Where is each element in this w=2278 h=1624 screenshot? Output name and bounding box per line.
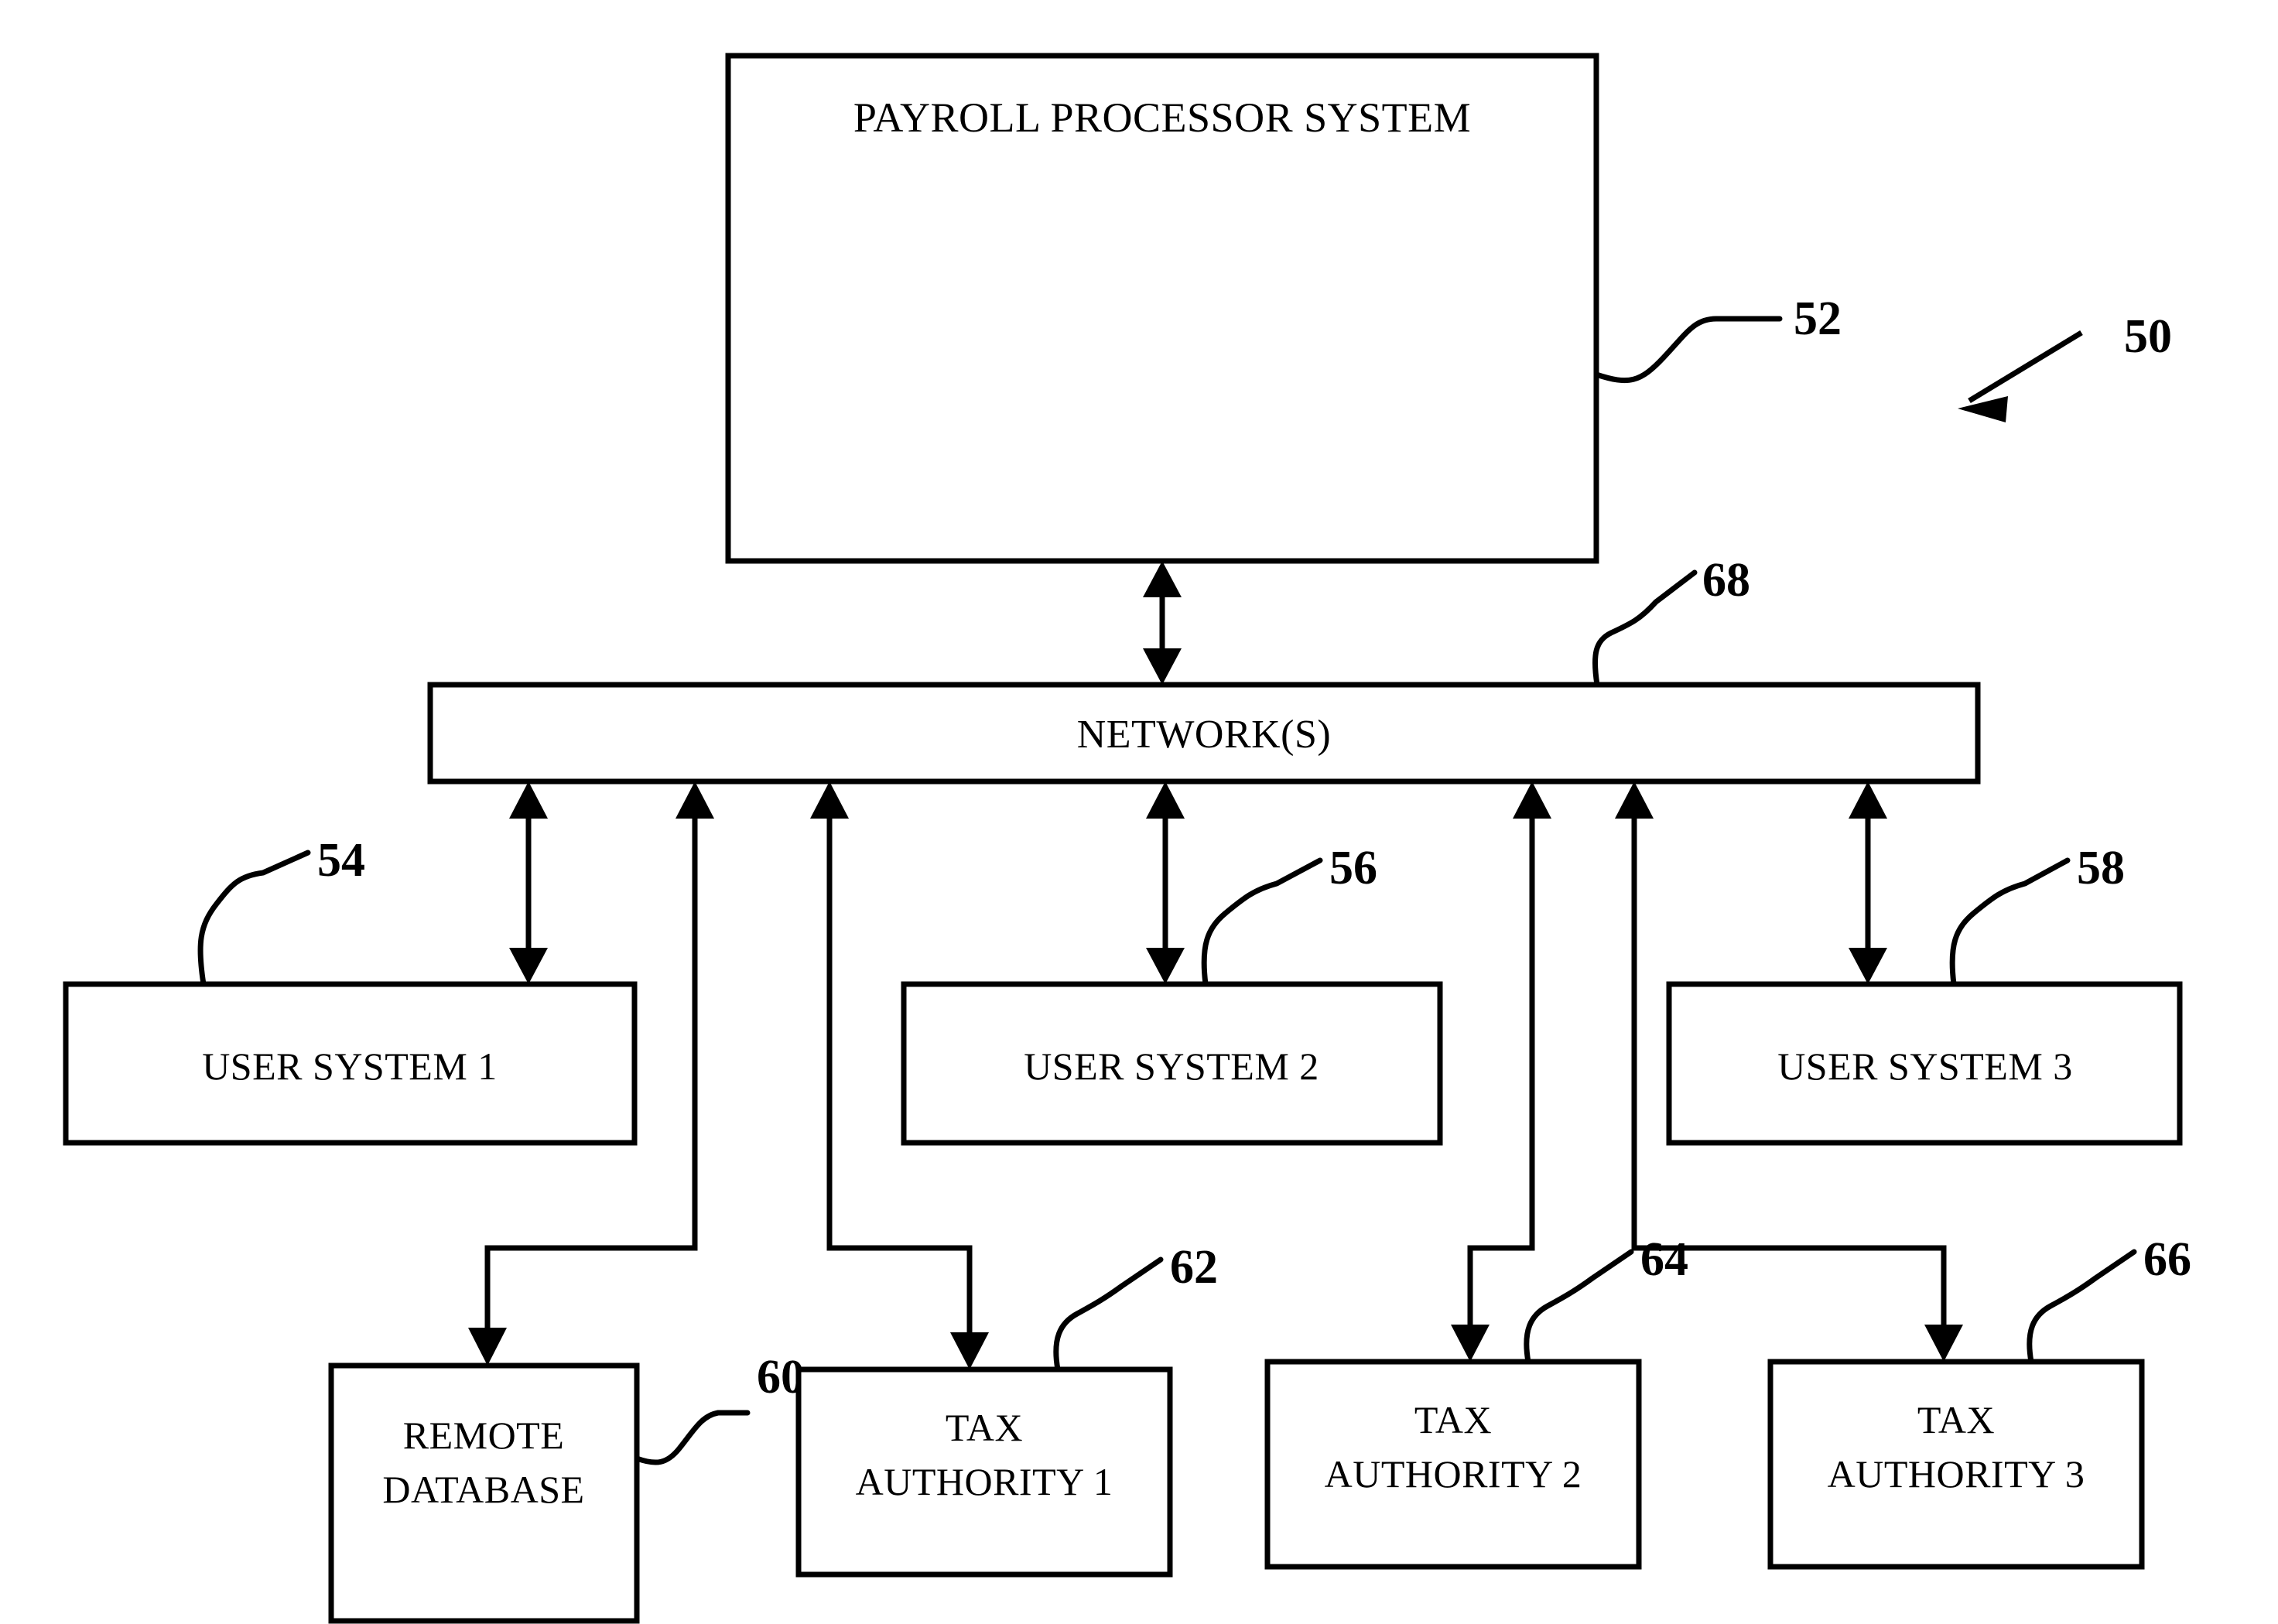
tax-authority-1-block[interactable]: TAX AUTHORITY 1 bbox=[795, 1366, 1173, 1578]
arrow-head-up-network-tax2 bbox=[1513, 781, 1551, 819]
leader-line-66 bbox=[2027, 1249, 2137, 1365]
ref-numeral-62: 62 bbox=[1170, 1241, 1218, 1294]
ref-numeral-58: 58 bbox=[2077, 842, 2125, 894]
leader-line-58 bbox=[1949, 857, 2071, 987]
ref-leader-68: 68 bbox=[1592, 554, 1750, 688]
leader-line-52 bbox=[1593, 316, 1783, 384]
connector-network-user1 bbox=[509, 781, 548, 984]
figure-arrow-50-head bbox=[1958, 396, 2008, 422]
leader-line-56 bbox=[1201, 857, 1323, 987]
ref-leader-58: 58 bbox=[1949, 842, 2125, 987]
arrow-head-down-tax3 bbox=[1924, 1325, 1963, 1362]
tax-authority-2-label-line1: TAX bbox=[1414, 1398, 1492, 1441]
user-system-1-block[interactable]: USER SYSTEM 1 bbox=[63, 981, 638, 1146]
arrow-head-up-network-user2 bbox=[1146, 781, 1185, 819]
arrow-head-down-tax2 bbox=[1451, 1325, 1490, 1362]
arrow-head-down-to-network bbox=[1143, 648, 1182, 685]
connector-network-user2 bbox=[1146, 781, 1185, 984]
user-system-2-block[interactable]: USER SYSTEM 2 bbox=[901, 981, 1443, 1146]
arrow-head-down-database bbox=[468, 1328, 507, 1366]
connector-network-tax2-path bbox=[1467, 799, 1535, 1342]
figure-ref-50: 50 bbox=[1958, 310, 2172, 422]
arrow-head-down-user1 bbox=[509, 948, 548, 984]
ref-leader-62: 62 bbox=[1053, 1241, 1218, 1373]
user-system-3-block[interactable]: USER SYSTEM 3 bbox=[1666, 981, 2183, 1146]
tax-authority-3-label-line2: AUTHORITY 3 bbox=[1828, 1452, 2085, 1496]
leader-line-62 bbox=[1053, 1256, 1164, 1373]
connector-network-user3 bbox=[1849, 781, 1887, 984]
arrow-head-up-network-database bbox=[676, 781, 714, 819]
user-system-2-label: USER SYSTEM 2 bbox=[1024, 1044, 1319, 1088]
ref-leader-54: 54 bbox=[197, 834, 365, 987]
remote-database-label-line2: DATABASE bbox=[382, 1468, 584, 1511]
ref-numeral-56: 56 bbox=[1329, 842, 1377, 894]
ref-numeral-64: 64 bbox=[1640, 1233, 1688, 1286]
ref-leader-60: 60 bbox=[634, 1351, 805, 1465]
patent-figure: PAYROLL PROCESSOR SYSTEM 52 50 NETWORK(S… bbox=[0, 0, 2278, 1624]
connector-network-tax2 bbox=[1451, 781, 1551, 1362]
arrow-head-down-user2 bbox=[1146, 948, 1185, 984]
ref-leader-56: 56 bbox=[1201, 842, 1377, 987]
leader-line-68 bbox=[1592, 569, 1698, 688]
arrow-head-up-to-payroll bbox=[1143, 561, 1182, 597]
user-system-3-label: USER SYSTEM 3 bbox=[1777, 1044, 2073, 1088]
tax-authority-1-label-line2: AUTHORITY 1 bbox=[856, 1460, 1113, 1503]
figure-arrow-50-shaft bbox=[1968, 330, 2083, 403]
arrow-head-up-network-user3 bbox=[1849, 781, 1887, 819]
remote-database-label-line1: REMOTE bbox=[403, 1414, 565, 1457]
user-system-1-label: USER SYSTEM 1 bbox=[202, 1044, 498, 1088]
connector-payroll-network bbox=[1143, 561, 1182, 685]
ref-leader-66: 66 bbox=[2027, 1233, 2191, 1365]
tax-authority-2-label-line2: AUTHORITY 2 bbox=[1325, 1452, 1582, 1496]
payroll-processor-label: PAYROLL PROCESSOR SYSTEM bbox=[853, 94, 1471, 141]
diagram-canvas: PAYROLL PROCESSOR SYSTEM 52 50 NETWORK(S… bbox=[63, 53, 2191, 1624]
ref-numeral-66: 66 bbox=[2143, 1233, 2191, 1286]
ref-leader-52: 52 bbox=[1593, 292, 1842, 384]
ref-numeral-52: 52 bbox=[1794, 292, 1842, 345]
arrow-head-down-tax1 bbox=[950, 1332, 989, 1369]
leader-line-54 bbox=[197, 850, 311, 987]
ref-numeral-50: 50 bbox=[2124, 310, 2172, 363]
remote-database-block[interactable]: REMOTE DATABASE bbox=[328, 1362, 640, 1624]
ref-leader-64: 64 bbox=[1524, 1233, 1688, 1365]
ref-numeral-54: 54 bbox=[317, 834, 365, 887]
arrow-head-up-network-user1 bbox=[509, 781, 548, 819]
network-label: NETWORK(S) bbox=[1077, 713, 1332, 757]
tax-authority-1-label-line1: TAX bbox=[946, 1406, 1023, 1449]
tax-authority-3-label-line1: TAX bbox=[1917, 1398, 1995, 1441]
arrow-head-down-user3 bbox=[1849, 948, 1887, 984]
tax-authority-3-block[interactable]: TAX AUTHORITY 3 bbox=[1767, 1359, 2145, 1570]
network-block[interactable]: NETWORK(S) bbox=[427, 682, 1981, 785]
tax-authority-2-block[interactable]: TAX AUTHORITY 2 bbox=[1264, 1359, 1642, 1570]
arrow-head-up-network-tax3 bbox=[1615, 781, 1654, 819]
ref-numeral-68: 68 bbox=[1702, 554, 1750, 607]
arrow-head-up-network-tax1 bbox=[810, 781, 849, 819]
payroll-processor-block[interactable]: PAYROLL PROCESSOR SYSTEM bbox=[725, 53, 1599, 564]
leader-line-60 bbox=[634, 1410, 751, 1465]
leader-line-64 bbox=[1524, 1249, 1634, 1365]
